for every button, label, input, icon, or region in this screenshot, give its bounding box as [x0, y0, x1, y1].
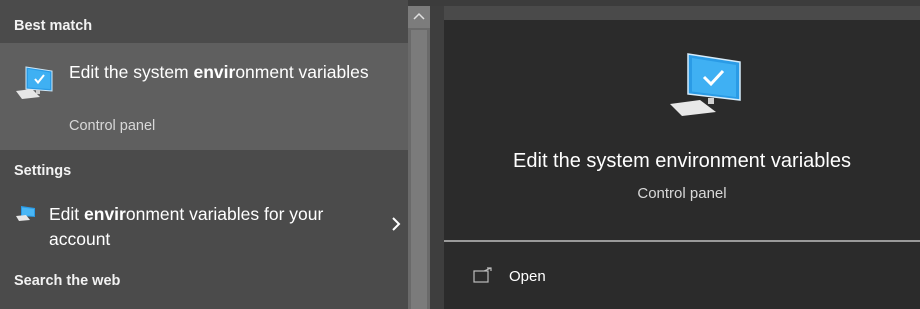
open-action[interactable]: Open [444, 258, 920, 298]
results-scrollbar[interactable] [408, 6, 430, 309]
settings-item-environment[interactable]: Edit environment variables for your acco… [0, 194, 408, 254]
section-settings: Settings [14, 163, 72, 179]
preview-pane: Edit the system environment variables Co… [444, 20, 920, 309]
chevron-right-icon[interactable] [389, 216, 403, 232]
results-pane: Best match Edit the system environment v… [0, 0, 408, 309]
scroll-thumb[interactable] [411, 30, 427, 309]
best-match-item[interactable]: Edit the system environment variables Co… [0, 43, 408, 150]
scroll-up-button[interactable] [408, 6, 430, 28]
preview-divider [444, 240, 920, 242]
best-match-subtitle: Control panel [69, 118, 156, 134]
section-search-web: Search the web [14, 273, 121, 289]
best-match-title: Edit the system environment variables [69, 62, 369, 82]
pane-gap [430, 6, 444, 309]
settings-item-title: Edit environment variables for your acco… [49, 204, 324, 249]
open-window-icon [473, 267, 492, 283]
open-label: Open [509, 268, 546, 285]
section-best-match: Best match [14, 18, 93, 34]
preview-title: Edit the system environment variables [513, 150, 851, 172]
computer-settings-icon [16, 206, 35, 221]
monitor-check-icon [670, 53, 741, 116]
preview-subtitle: Control panel [637, 185, 727, 202]
monitor-check-icon [16, 66, 53, 99]
chevron-up-icon [413, 12, 425, 20]
